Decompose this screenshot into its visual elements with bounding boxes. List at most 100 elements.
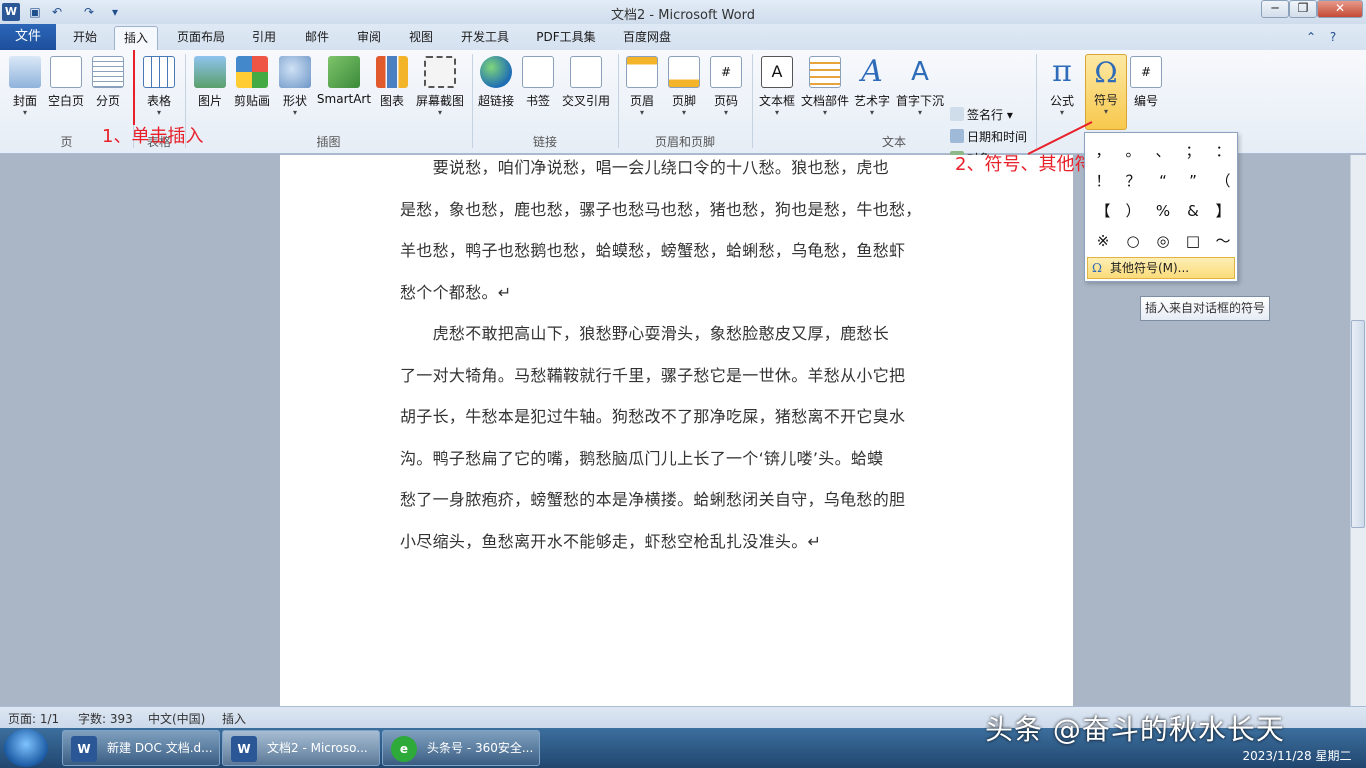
numbering-label: 编号	[1133, 94, 1158, 108]
symbol-item[interactable]: 、	[1148, 136, 1178, 166]
taskbar-item-label: 头条号 - 360安全...	[427, 741, 534, 755]
quick-parts-button[interactable]: 文档部件 ▾	[800, 54, 850, 117]
symbol-item[interactable]: ◎	[1148, 226, 1178, 256]
taskbar-item[interactable]: e 头条号 - 360安全...	[382, 730, 540, 766]
clock-date[interactable]: 2023/11/28 星期二	[1232, 748, 1362, 764]
footer-label: 页脚	[671, 94, 696, 108]
tab-baidu-netdisk[interactable]: 百度网盘	[614, 26, 680, 50]
cross-reference-icon	[570, 56, 602, 88]
symbol-item[interactable]: （	[1208, 166, 1238, 196]
symbol-item[interactable]: ！	[1088, 166, 1118, 196]
text-line: 了一对大犄角。马愁鞴鞍就行千里，骡子愁它是一世休。羊愁从小它把	[400, 365, 906, 385]
word-icon: W	[231, 736, 257, 762]
header-label: 页眉	[629, 94, 654, 108]
table-button[interactable]: 表格 ▾	[140, 54, 178, 117]
hyperlink-button[interactable]: 超链接	[476, 54, 516, 109]
shapes-icon	[279, 56, 311, 88]
page-count[interactable]: 页面: 1/1	[8, 710, 59, 727]
symbol-item[interactable]: “	[1148, 166, 1178, 196]
paragraph-1[interactable]: 要说愁，咱们净说愁，唱一会儿绕口令的十八愁。狼也愁，虎也 是愁，象也愁，鹿也愁，…	[400, 147, 955, 313]
equation-button[interactable]: π 公式 ▾	[1044, 54, 1080, 117]
screenshot-button[interactable]: 屏幕截图 ▾	[414, 54, 466, 117]
symbol-item[interactable]: 。	[1118, 136, 1148, 166]
clipart-label: 剪贴画	[233, 94, 270, 108]
more-symbols-button[interactable]: Ω 其他符号(M)...	[1087, 257, 1235, 279]
taskbar-item[interactable]: W 新建 DOC 文档.d...	[62, 730, 220, 766]
help-icon[interactable]: ?	[1324, 26, 1342, 50]
tab-file[interactable]: 文件	[0, 24, 56, 50]
chart-button[interactable]: 图表	[376, 54, 408, 109]
header-button[interactable]: 页眉 ▾	[624, 54, 660, 117]
smartart-icon	[328, 56, 360, 88]
text-line: 是愁，象也愁，鹿也愁，骡子也愁马也愁，猪也愁，狗也是愁，牛也愁，	[400, 199, 922, 219]
header-icon	[626, 56, 658, 88]
symbol-item[interactable]: ～	[1208, 226, 1238, 256]
signature-line-button[interactable]: 签名行 ▾	[950, 106, 1013, 123]
numbering-button[interactable]: # 编号	[1128, 54, 1164, 109]
text-line: 愁了一身脓疱疥，螃蟹愁的本是净横搂。蛤蜊愁闭关自守，乌龟愁的胆	[400, 490, 906, 509]
textbox-label: 文本框	[758, 94, 795, 108]
chart-label: 图表	[379, 94, 404, 108]
symbol-item[interactable]: ，	[1088, 136, 1118, 166]
language[interactable]: 中文(中国)	[148, 710, 205, 727]
numbering-icon: #	[1130, 56, 1162, 88]
tab-review[interactable]: 审阅	[348, 26, 390, 50]
tab-references[interactable]: 引用	[244, 26, 284, 50]
symbol-item[interactable]: ；	[1178, 136, 1208, 166]
tab-home[interactable]: 开始	[62, 26, 108, 50]
cross-reference-label: 交叉引用	[561, 94, 610, 108]
smartart-button[interactable]: SmartArt	[316, 54, 372, 106]
symbol-item[interactable]: 】	[1208, 196, 1238, 226]
tab-developer[interactable]: 开发工具	[452, 26, 518, 50]
symbol-item[interactable]: ）	[1118, 196, 1148, 226]
page-number-button[interactable]: # 页码 ▾	[708, 54, 744, 117]
tab-view[interactable]: 视图	[400, 26, 442, 50]
symbol-item[interactable]: %	[1148, 196, 1178, 226]
minimize-button[interactable]: ─	[1261, 0, 1289, 18]
text-line: 要说愁，咱们净说愁，唱一会儿绕口令的十八愁。狼也愁，虎也	[400, 158, 890, 177]
close-button[interactable]: ✕	[1317, 0, 1363, 18]
tab-mailings[interactable]: 邮件	[296, 26, 338, 50]
annotation-1: 1、单击插入	[102, 126, 204, 147]
wordart-button[interactable]: A 艺术字 ▾	[852, 54, 892, 117]
insert-mode[interactable]: 插入	[222, 710, 246, 727]
bookmark-button[interactable]: 书签	[522, 54, 554, 109]
table-icon	[143, 56, 175, 88]
symbol-item[interactable]: ○	[1118, 226, 1148, 256]
symbol-item[interactable]: 【	[1088, 196, 1118, 226]
footer-button[interactable]: 页脚 ▾	[666, 54, 702, 117]
browser-360-icon: e	[391, 736, 417, 762]
cover-button[interactable]: 封面 ▾	[6, 54, 44, 117]
blank-page-button[interactable]: 空白页	[46, 54, 86, 109]
text-line: 沟。鸭子愁扁了它的嘴，鹅愁脑瓜门儿上长了一个‘锛儿喽’头。蛤蟆	[400, 448, 884, 468]
start-button[interactable]	[4, 729, 48, 767]
cross-reference-button[interactable]: 交叉引用	[560, 54, 612, 109]
symbol-item[interactable]: &	[1178, 196, 1208, 226]
symbol-item[interactable]: ？	[1118, 166, 1148, 196]
smartart-label: SmartArt	[316, 92, 372, 106]
word-count[interactable]: 字数: 393	[78, 710, 133, 727]
picture-label: 图片	[197, 94, 222, 108]
picture-button[interactable]: 图片	[192, 54, 228, 109]
symbol-item[interactable]: ：	[1208, 136, 1238, 166]
symbol-item[interactable]: ”	[1178, 166, 1208, 196]
paragraph-2[interactable]: 虎愁不敢把高山下，狼愁野心耍滑头，象愁脸憨皮又厚，鹿愁长 了一对大犄角。马愁鞴鞍…	[400, 313, 955, 562]
taskbar-item[interactable]: W 文档2 - Microso...	[222, 730, 380, 766]
scrollbar-thumb[interactable]	[1351, 320, 1365, 528]
tab-page-layout[interactable]: 页面布局	[168, 26, 234, 50]
page-break-button[interactable]: 分页	[90, 54, 126, 109]
footer-icon	[668, 56, 700, 88]
tab-insert[interactable]: 插入	[114, 26, 158, 50]
symbol-item[interactable]: □	[1178, 226, 1208, 256]
tab-pdf-tools[interactable]: PDF工具集	[528, 26, 604, 50]
drop-cap-button[interactable]: A 首字下沉 ▾	[894, 54, 946, 117]
clipart-button[interactable]: 剪贴画	[232, 54, 272, 109]
shapes-button[interactable]: 形状 ▾	[278, 54, 312, 117]
signature-label: 签名行	[967, 108, 1004, 122]
page-break-icon	[92, 56, 124, 88]
ribbon-tabs: 开始 插入 页面布局 引用 邮件 审阅 视图 开发工具 PDF工具集 百度网盘 …	[0, 24, 1366, 50]
textbox-button[interactable]: A 文本框 ▾	[756, 54, 798, 117]
symbol-item[interactable]: ※	[1088, 226, 1118, 256]
collapse-ribbon-icon[interactable]: ⌃	[1302, 26, 1320, 50]
maximize-button[interactable]: ❐	[1289, 0, 1317, 18]
